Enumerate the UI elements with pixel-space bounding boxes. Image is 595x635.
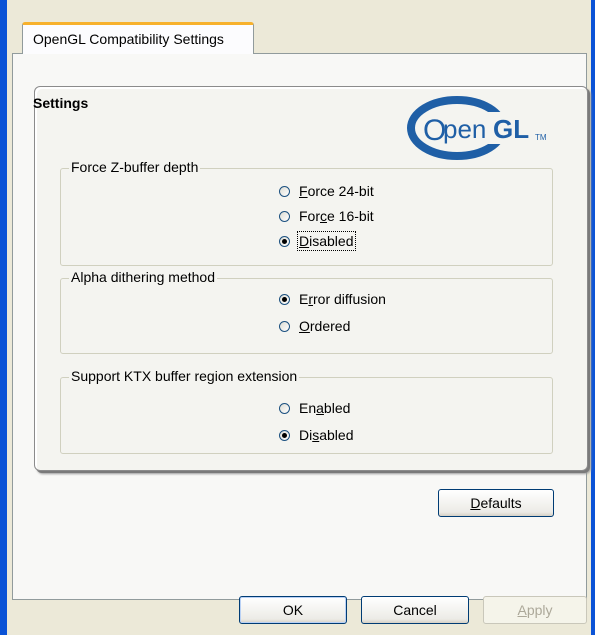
group-legend: Support KTX buffer region extension	[69, 368, 300, 384]
radio-button-icon[interactable]	[279, 210, 290, 222]
radio-button-icon[interactable]	[279, 429, 290, 441]
group-alpha-dithering-method: Alpha dithering method	[60, 269, 553, 354]
radio-button-icon[interactable]	[279, 293, 290, 305]
radio-error-diffusion[interactable]: Error diffusion	[279, 291, 386, 307]
defaults-button[interactable]: Defaults	[438, 489, 554, 517]
radio-button-icon[interactable]	[279, 402, 290, 414]
radio-force-24-bit[interactable]: Force 24-bit	[279, 183, 374, 199]
apply-button[interactable]: Apply	[483, 596, 587, 624]
window-border-right	[591, 0, 595, 635]
radio-force-16-bit[interactable]: Force 16-bit	[279, 208, 374, 224]
radio-button-icon[interactable]	[279, 320, 290, 332]
radio-ktx-enabled[interactable]: Enabled	[279, 400, 350, 416]
radio-ktx-disabled[interactable]: Disabled	[279, 427, 354, 443]
ok-button[interactable]: OK	[239, 596, 347, 624]
svg-text:TM: TM	[535, 133, 547, 142]
radio-z-buffer-disabled[interactable]: Disabled	[279, 231, 356, 251]
radio-button-icon[interactable]	[279, 235, 290, 247]
window-border-left	[0, 0, 7, 635]
radio-ordered[interactable]: Ordered	[279, 318, 350, 334]
group-legend: Alpha dithering method	[69, 269, 217, 285]
svg-text:pen: pen	[443, 114, 486, 144]
group-legend: Force Z-buffer depth	[69, 159, 201, 175]
opengl-logo: O pen GL TM	[407, 96, 560, 160]
tab-label: OpenGL Compatibility Settings	[33, 31, 224, 47]
svg-text:GL: GL	[493, 114, 529, 144]
settings-title: Settings	[33, 95, 89, 111]
radio-button-icon[interactable]	[279, 185, 290, 197]
tab-opengl-compatibility-settings[interactable]: OpenGL Compatibility Settings	[22, 22, 254, 54]
cancel-button[interactable]: Cancel	[361, 596, 469, 624]
